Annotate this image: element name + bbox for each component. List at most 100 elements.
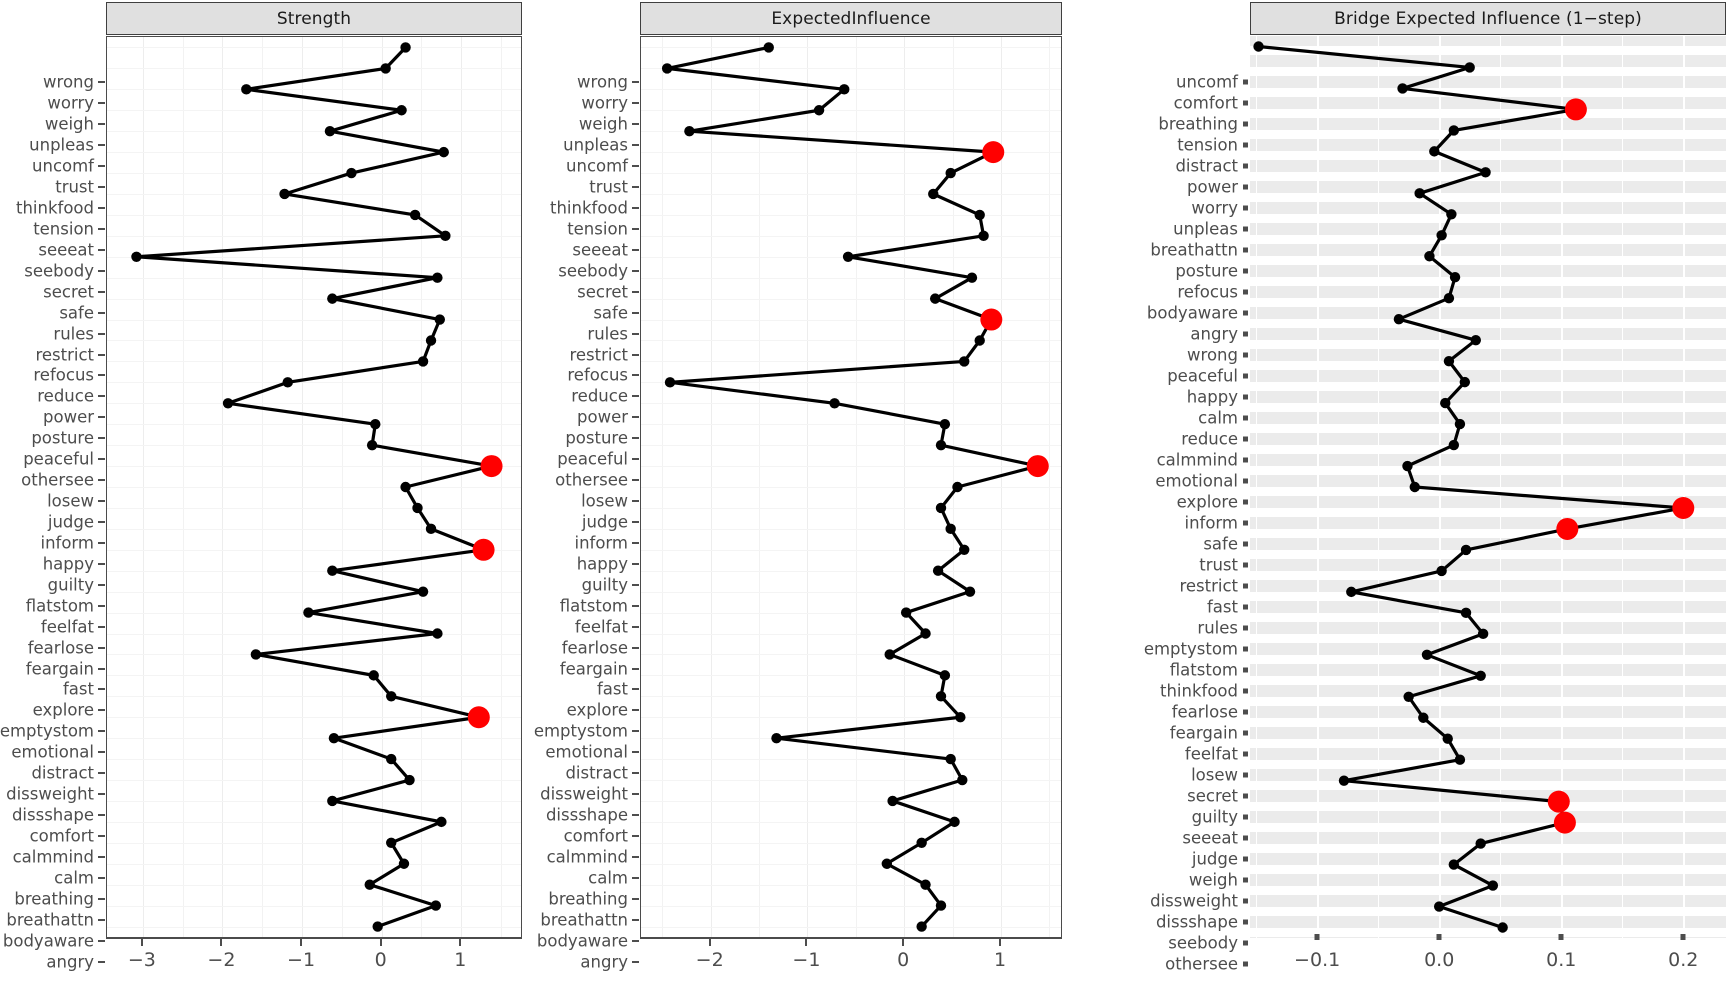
y-axis-label: wrong (1187, 345, 1238, 365)
y-axis-tick (632, 960, 639, 963)
y-axis-label: angry (1190, 324, 1238, 344)
y-axis-tick (98, 186, 105, 189)
data-point (327, 795, 338, 807)
data-point (1470, 334, 1481, 346)
data-point (324, 125, 336, 137)
data-point (1403, 691, 1414, 702)
y-axis-label: fast (597, 679, 628, 699)
y-axis-label: dissshape (545, 805, 628, 825)
x-axis-tick (300, 938, 303, 946)
x-axis-label: 0 (374, 949, 387, 971)
plot-area-expected-influence (640, 36, 1062, 938)
y-axis-expected-influence: wrong worry weigh unpleas uncomf trust thinkfo… (440, 36, 640, 971)
y-axis-tick (632, 688, 639, 691)
y-axis-tick (632, 248, 639, 251)
y-axis-label: judge (47, 512, 94, 532)
x-axis-tick (1436, 934, 1442, 940)
panel-bridge-expected-influence: uncomf comfort breathing tension distract pow… (1070, 0, 1730, 1004)
data-point (1440, 397, 1451, 409)
x-axis-expected-influence: −2 −1 0 1 (640, 938, 1062, 1004)
y-axis-label: secret (43, 282, 94, 302)
y-axis-tick (1243, 226, 1248, 232)
data-point-highlighted (1026, 455, 1049, 478)
data-point (327, 293, 338, 304)
y-axis-tick (98, 500, 105, 503)
y-axis-label: posture (1175, 261, 1238, 281)
data-point (386, 837, 397, 849)
data-point (966, 272, 978, 283)
y-axis-tick (632, 81, 639, 84)
y-axis-tick (632, 918, 639, 921)
y-axis-tick (632, 562, 639, 565)
y-axis-label: power (577, 407, 628, 427)
y-axis-label: uncomf (32, 156, 94, 176)
y-axis-label: worry (1191, 198, 1238, 218)
series-line (1258, 44, 1685, 930)
y-axis-label: reduce (1181, 429, 1238, 449)
y-axis-label: feargain (1169, 723, 1238, 743)
y-axis-tick (98, 290, 105, 293)
y-axis-label: tension (567, 219, 628, 239)
y-axis-tick (1243, 268, 1248, 274)
y-axis-label: fast (63, 679, 94, 699)
y-axis-tick (98, 604, 105, 607)
y-axis-bridge-expected-influence: uncomf comfort breathing tension distract pow… (1050, 36, 1250, 973)
data-point (935, 439, 947, 451)
data-point (955, 712, 966, 723)
y-axis-tick (1243, 121, 1248, 127)
y-axis-tick (632, 646, 639, 649)
y-axis-tick (98, 834, 105, 837)
y-axis-label: seebody (558, 261, 628, 281)
x-axis-tick (379, 938, 382, 946)
x-axis-label: −3 (127, 949, 156, 971)
y-axis-label: breathattn (1150, 240, 1238, 260)
y-axis-label: reduce (37, 386, 94, 406)
y-axis-tick (98, 332, 105, 335)
y-axis-tick (632, 437, 639, 440)
y-axis-label: dissweight (6, 784, 94, 804)
x-axis-label: −0.1 (1294, 949, 1341, 971)
data-point (661, 63, 673, 74)
y-axis-tick (632, 269, 639, 272)
data-point (771, 732, 782, 744)
y-axis-label: othersee (21, 470, 94, 490)
data-point (945, 753, 956, 765)
y-axis-tick (1243, 373, 1248, 379)
data-point (282, 377, 293, 388)
y-axis-tick (1243, 415, 1248, 421)
x-axis-label: −1 (792, 949, 821, 971)
y-axis-tick (632, 311, 639, 314)
series-line (134, 46, 494, 929)
y-axis-strength: wrong worry weigh unpleas uncomf trust thinkfo… (0, 36, 106, 971)
data-point (1475, 838, 1486, 849)
y-axis-tick (1243, 814, 1248, 820)
y-axis-label: posture (31, 428, 94, 448)
y-axis-label: bodyaware (1146, 303, 1238, 323)
y-axis-tick (1243, 751, 1248, 757)
y-axis-label: angry (46, 952, 94, 972)
data-point (327, 565, 338, 576)
panel-expected-influence: wrong worry weigh unpleas uncomf trust thinkfo… (530, 0, 1070, 1004)
y-axis-tick (98, 939, 105, 942)
x-axis-label: −1 (287, 949, 316, 971)
y-axis-tick (632, 353, 639, 356)
y-axis-tick (632, 855, 639, 858)
y-axis-label: worry (581, 93, 628, 113)
y-axis-tick (98, 269, 105, 272)
y-axis-label: tension (33, 219, 94, 239)
y-axis-label: posture (565, 428, 628, 448)
y-axis-tick (1243, 646, 1248, 652)
y-axis-tick (1243, 940, 1248, 946)
data-point-highlighted (980, 308, 1003, 331)
panel-title-strip-bridge-expected-influence: Bridge Expected Influence (1−step) (1250, 2, 1726, 35)
y-axis-tick (632, 123, 639, 126)
y-axis-tick (98, 416, 105, 419)
y-axis-label: thinkfood (550, 198, 628, 218)
data-point (959, 544, 970, 555)
data-point (684, 125, 695, 137)
y-axis-tick (98, 437, 105, 440)
y-axis-tick (632, 521, 639, 523)
data-point (412, 502, 423, 514)
y-axis-tick (632, 207, 639, 210)
y-axis-label: peaceful (1167, 366, 1238, 386)
